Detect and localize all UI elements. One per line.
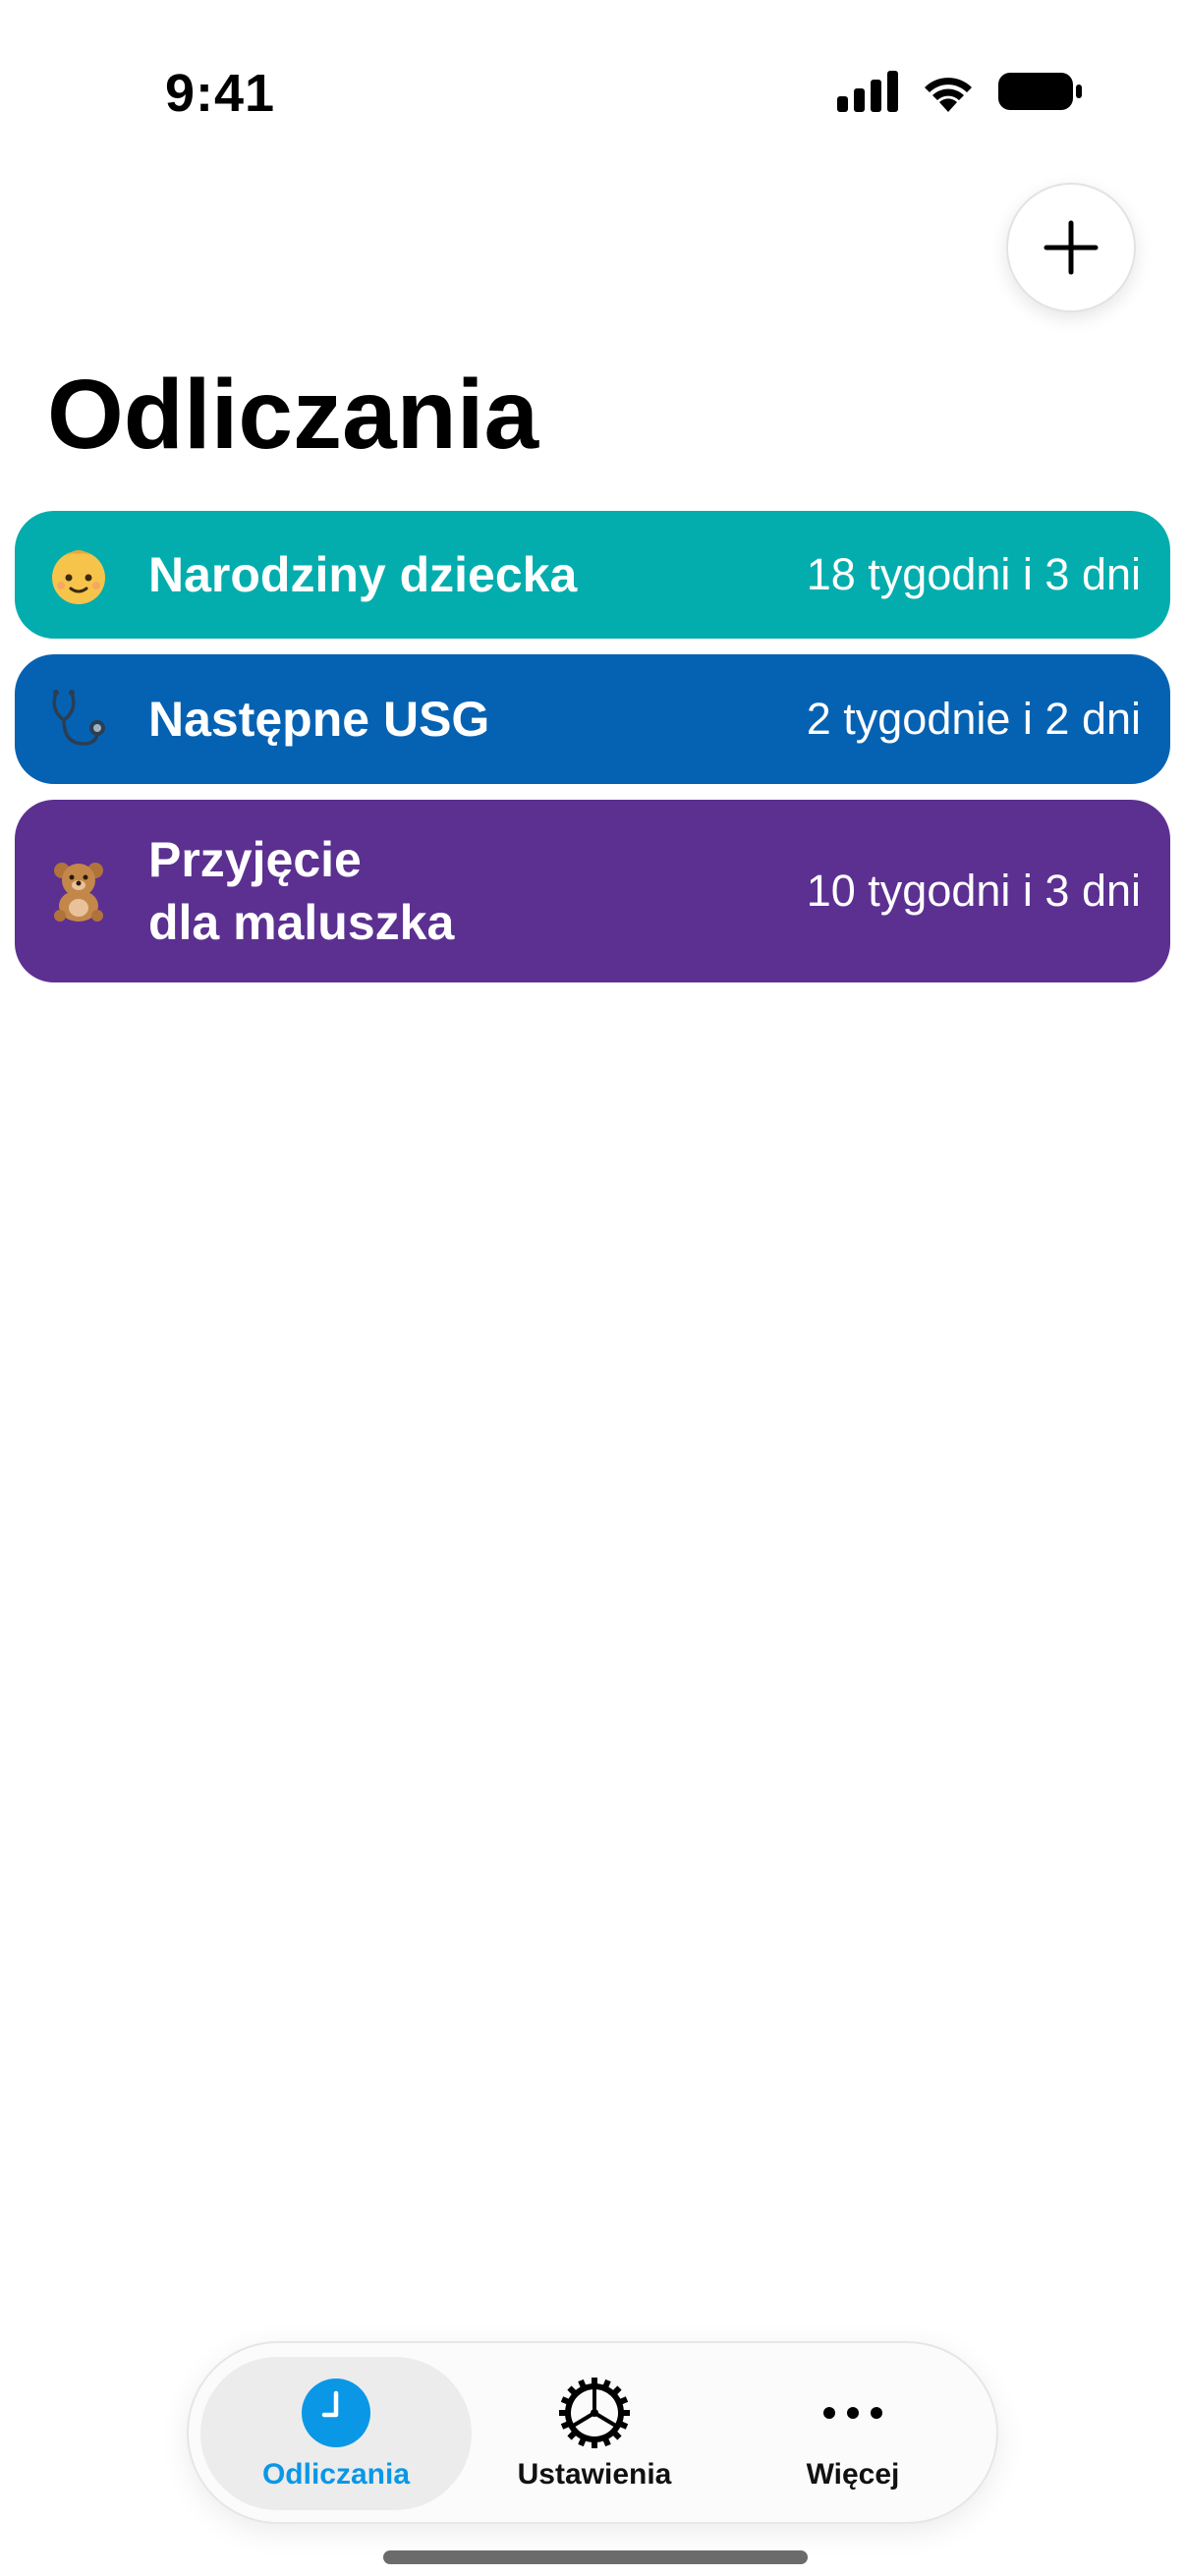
more-icon [823,2407,882,2419]
add-countdown-button[interactable] [1006,183,1136,312]
status-time: 9:41 [165,64,276,123]
tab-label: Więcej [806,2458,900,2491]
countdown-title: Narodziny dziecka [148,547,578,602]
countdown-card-baby-shower[interactable]: Przyjęcie dla maluszka 10 tygodni i 3 dn… [15,800,1170,982]
tab-countdowns[interactable]: Odliczania [200,2357,472,2510]
tab-label: Ustawienia [517,2458,672,2491]
clock-icon [302,2379,370,2447]
tab-more[interactable]: Więcej [717,2357,988,2510]
countdowns-screen: 9:41 Odliczania Narodziny dziecka 18 tyg… [0,0,1185,2576]
gear-icon [559,2378,630,2448]
countdown-list: Narodziny dziecka 18 tygodni i 3 dni Nas… [15,511,1170,998]
countdown-title: Następne USG [148,692,490,747]
baby-icon [44,540,113,609]
status-bar: 9:41 [0,0,1185,187]
tab-settings[interactable]: Ustawienia [459,2357,730,2510]
teddy-bear-icon [44,857,113,925]
battery-icon [998,73,1082,110]
page-title: Odliczania [47,360,539,470]
countdown-card-usg[interactable]: Następne USG 2 tygodnie i 2 dni [15,654,1170,784]
countdown-remaining: 18 tygodni i 3 dni [806,549,1141,599]
stethoscope-icon [44,685,113,754]
home-indicator[interactable] [383,2550,808,2564]
countdown-remaining: 2 tygodnie i 2 dni [806,694,1141,744]
countdown-title: Przyjęcie dla maluszka [148,832,455,950]
wifi-icon [925,78,972,112]
tab-bar: Odliczania Ustawienia Więcej [187,2341,998,2524]
plus-icon [1044,220,1099,275]
countdown-remaining: 10 tygodni i 3 dni [806,866,1141,916]
status-icons [837,71,1083,112]
countdown-card-birth[interactable]: Narodziny dziecka 18 tygodni i 3 dni [15,511,1170,639]
signal-icon [837,71,898,112]
tab-label: Odliczania [261,2458,411,2491]
